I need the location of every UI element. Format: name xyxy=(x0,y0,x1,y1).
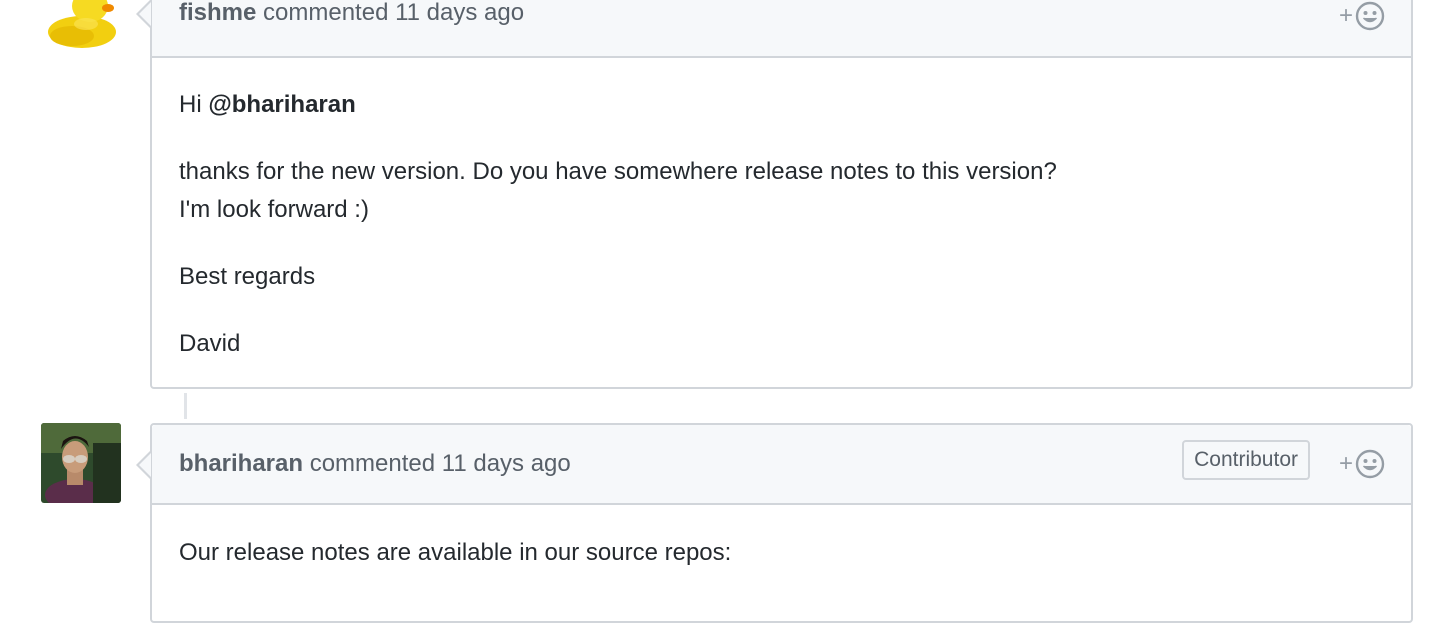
comment-body: Our release notes are available in our s… xyxy=(152,505,1411,572)
avatar-bhariharan[interactable] xyxy=(41,423,121,503)
comment-author-link[interactable]: bhariharan xyxy=(179,450,303,477)
comment-paragraph: thanks for the new version. Do you have … xyxy=(179,153,1384,229)
user-photo-icon xyxy=(41,423,121,503)
comment-header: fishme commented 11 days ago + xyxy=(136,0,1411,58)
comment-fishme: fishme commented 11 days ago + Hi @bhari… xyxy=(136,0,1413,389)
comment-closing: Best regards xyxy=(179,263,316,290)
comment-timestamp-link[interactable]: 11 days ago xyxy=(395,0,524,26)
comment-line: I'm look forward :) xyxy=(179,196,369,223)
smiley-icon xyxy=(1355,1,1385,31)
plus-icon: + xyxy=(1338,2,1353,29)
comment-line: thanks for the new version. Do you have … xyxy=(179,158,1057,185)
plus-icon: + xyxy=(1338,450,1353,477)
comment-timestamp-link[interactable]: 11 days ago xyxy=(442,450,571,477)
comment-caret xyxy=(136,0,151,28)
timeline-connector xyxy=(184,393,187,419)
comment-paragraph: Our release notes are available in our s… xyxy=(179,539,732,566)
comment-action: commented xyxy=(309,450,436,477)
comment-meta: bhariharan commented 11 days ago xyxy=(179,450,571,478)
comment-signature: David xyxy=(179,330,241,357)
comment-header: bhariharan commented 11 days ago Contrib… xyxy=(136,425,1411,505)
smiley-icon xyxy=(1355,449,1385,479)
comment-body: Hi @bhariharan thanks for the new versio… xyxy=(152,58,1411,363)
rubber-duck-icon xyxy=(48,0,116,48)
comment-meta: fishme commented 11 days ago xyxy=(179,0,524,27)
add-reaction-button[interactable]: + xyxy=(1339,1,1385,31)
comment-action: commented xyxy=(263,0,389,26)
add-reaction-button[interactable]: + xyxy=(1339,449,1385,479)
greeting-text: Hi xyxy=(179,91,202,118)
user-mention-link[interactable]: @bhariharan xyxy=(208,91,355,118)
comment-bhariharan: bhariharan commented 11 days ago Contrib… xyxy=(136,423,1413,623)
comment-greeting: Hi @bhariharan xyxy=(179,86,1384,124)
comment-author-link[interactable]: fishme xyxy=(179,0,256,26)
comment-caret xyxy=(136,451,151,479)
avatar-fishme[interactable] xyxy=(42,0,122,52)
contributor-badge: Contributor xyxy=(1182,440,1310,480)
